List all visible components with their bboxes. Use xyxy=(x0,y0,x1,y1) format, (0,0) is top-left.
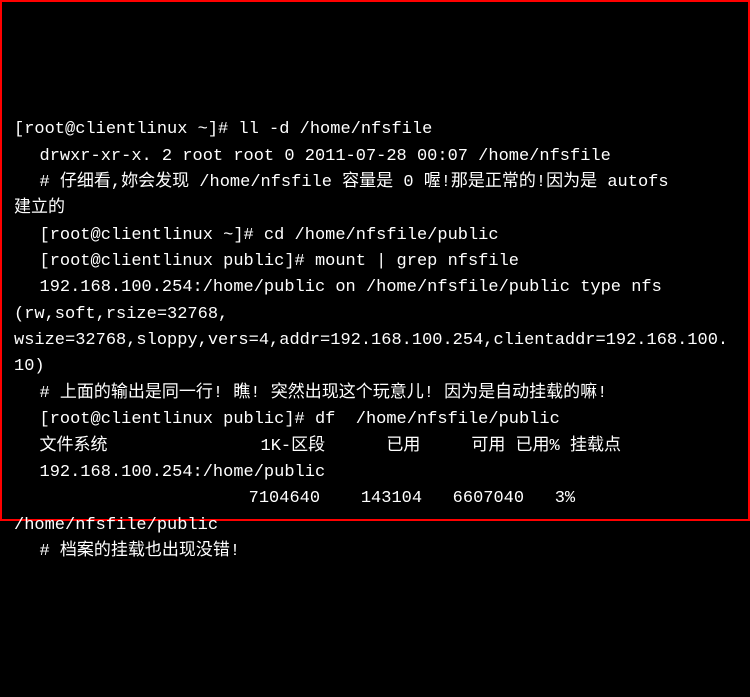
df-filesystem: 192.168.100.254:/home/public xyxy=(14,460,736,486)
comment-mount: # 上面的输出是同一行! 瞧! 突然出现这个玩意儿! 因为是自动挂载的嘛! xyxy=(14,381,736,407)
df-values: 7104640 143104 6607040 3% xyxy=(14,486,736,512)
mount-output-3: wsize=32768,sloppy,vers=4,addr=192.168.1… xyxy=(14,328,736,381)
mount-output-1: 192.168.100.254:/home/public on /home/nf… xyxy=(14,275,736,301)
comment-autofs-1: # 仔细看,妳会发现 /home/nfsfile 容量是 0 喔!那是正常的!因… xyxy=(14,170,736,196)
comment-autofs-2: 建立的 xyxy=(14,196,736,222)
df-header: 文件系统 1K-区段 已用 可用 已用% 挂载点 xyxy=(14,434,736,460)
ll-output: drwxr-xr-x. 2 root root 0 2011-07-28 00:… xyxy=(14,144,736,170)
prompt-ll-cmd: [root@clientlinux ~]# ll -d /home/nfsfil… xyxy=(14,117,736,143)
df-mountpoint: /home/nfsfile/public xyxy=(14,513,736,539)
mount-output-2: (rw,soft,rsize=32768, xyxy=(14,302,736,328)
prompt-df-cmd: [root@clientlinux public]# df /home/nfsf… xyxy=(14,407,736,433)
prompt-mount-cmd: [root@clientlinux public]# mount | grep … xyxy=(14,249,736,275)
comment-mount-ok: # 档案的挂载也出现没错! xyxy=(14,539,736,565)
prompt-cd-cmd: [root@clientlinux ~]# cd /home/nfsfile/p… xyxy=(14,223,736,249)
